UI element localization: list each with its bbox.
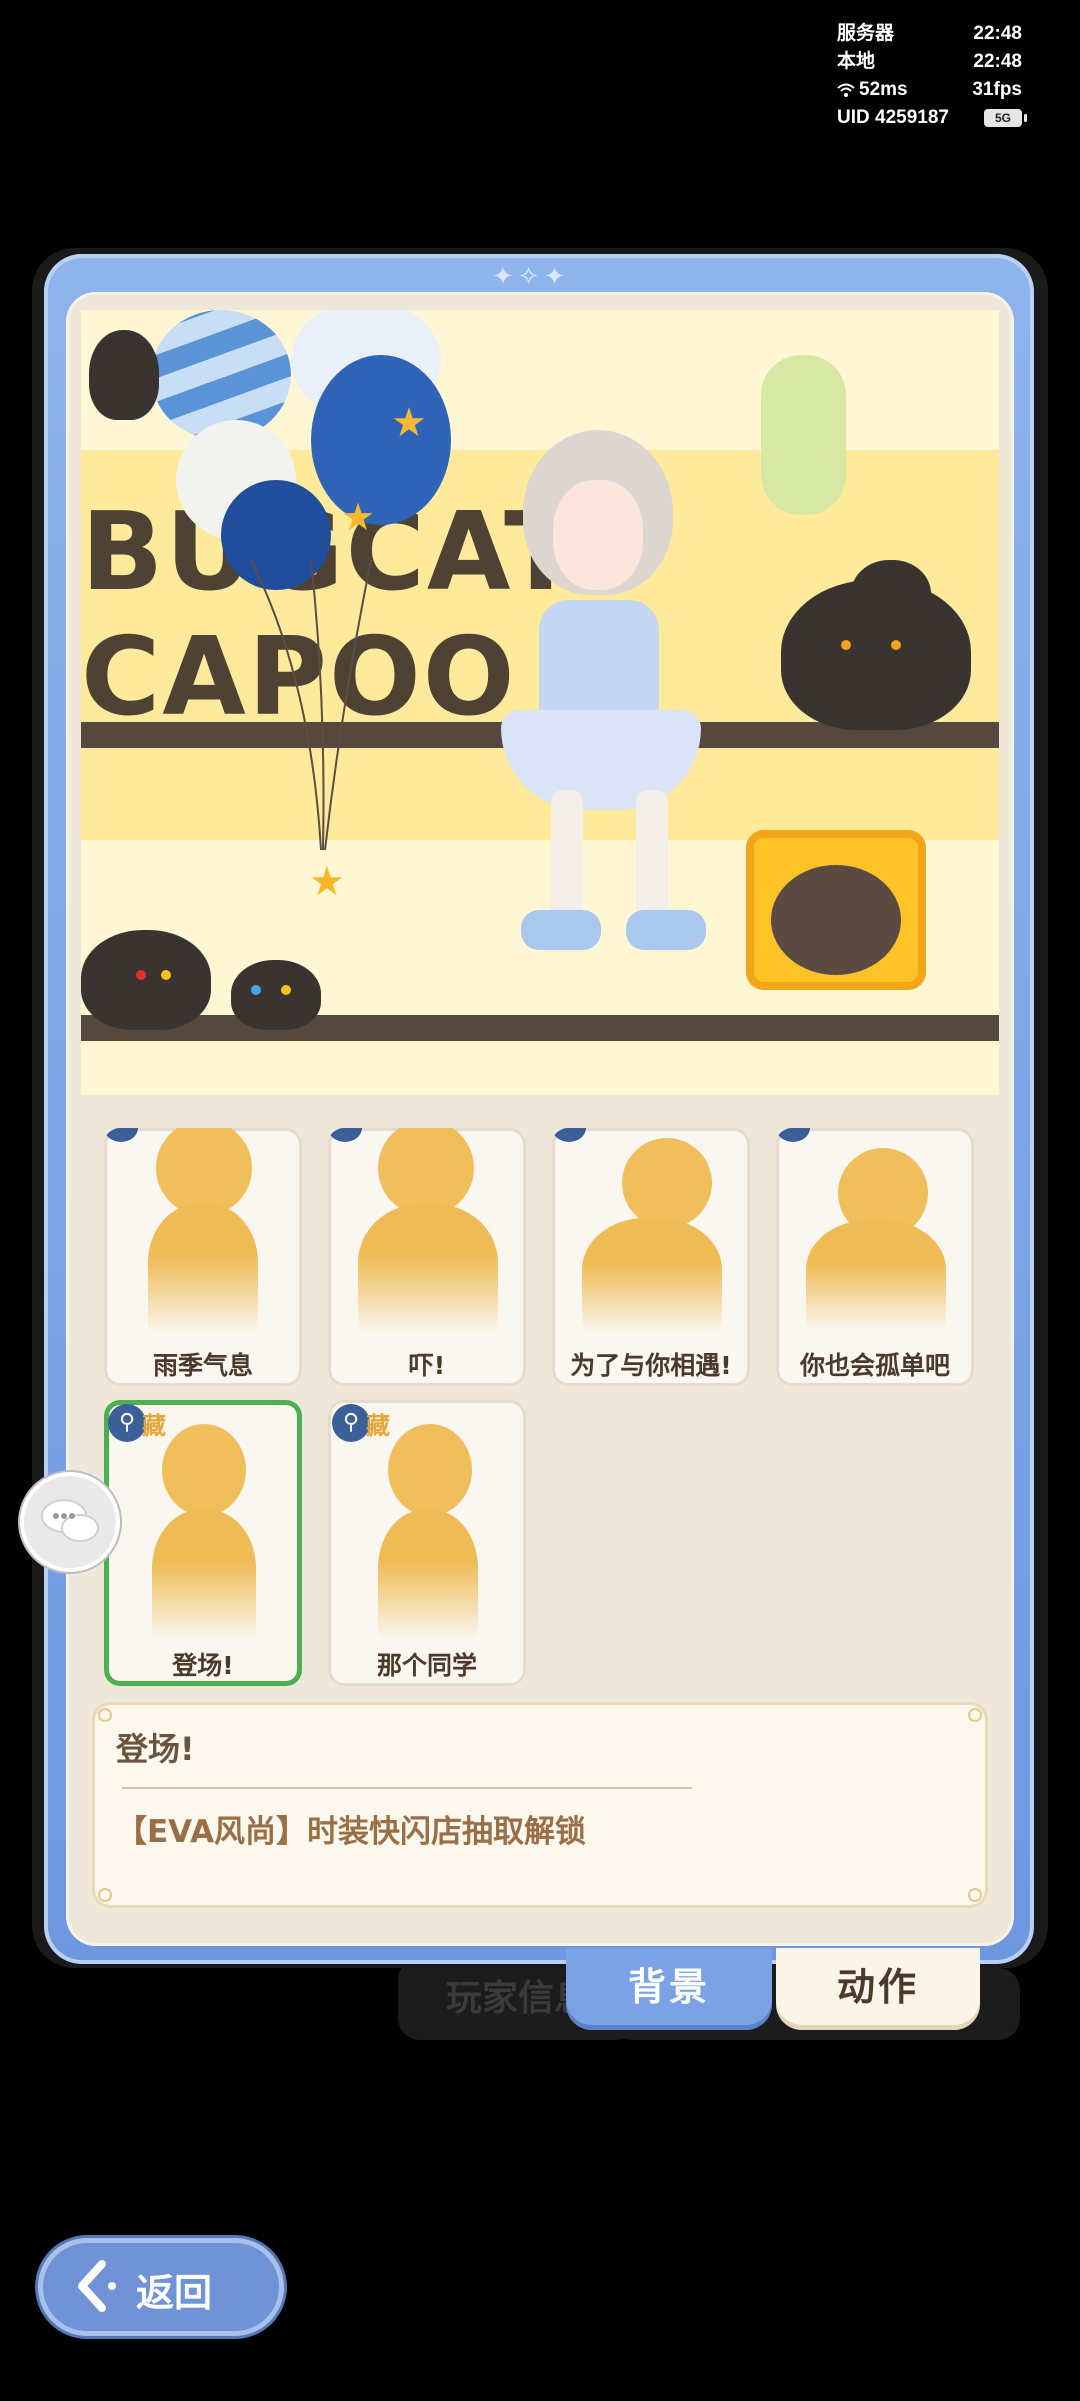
emote-card[interactable]: 你也会孤单吧 xyxy=(776,1128,974,1386)
emote-description: 登场! 【EVA风尚】时装快闪店抽取解锁 xyxy=(92,1702,988,1908)
badge-icon xyxy=(104,1128,138,1142)
tab-action-label: 动作 xyxy=(836,1965,919,2009)
avatar-shoe xyxy=(626,910,706,950)
cat-eye xyxy=(251,985,261,995)
emote-label: 登场! xyxy=(172,1651,234,1680)
chat-icon xyxy=(41,1499,99,1542)
cat-eye xyxy=(891,640,901,650)
signal-text: 5G xyxy=(994,111,1011,125)
capoo-cat xyxy=(81,930,211,1030)
emote-label: 吓! xyxy=(408,1351,446,1380)
back-button[interactable]: 返回 xyxy=(38,2238,284,2336)
lock-badge-text: 藏 xyxy=(366,1412,390,1440)
description-title: 登场! xyxy=(116,1730,195,1768)
local-label: 本地 xyxy=(837,51,876,72)
description-text: 【EVA风尚】时装快闪店抽取解锁 xyxy=(116,1814,587,1850)
emote-card-selected[interactable]: ⚲ 藏 登场! xyxy=(104,1400,302,1686)
silhouette-body xyxy=(378,1510,478,1640)
battery-icon: 5G xyxy=(984,109,1027,127)
balloon-strings: ★ xyxy=(250,560,372,905)
cat-eye xyxy=(136,970,146,980)
emote-label: 为了与你相遇! xyxy=(570,1351,732,1380)
balloon xyxy=(151,310,291,440)
balloon xyxy=(311,355,451,525)
silhouette-head xyxy=(156,1128,252,1216)
back-label: 返回 xyxy=(136,2271,213,2315)
avatar-face xyxy=(553,480,643,590)
corner-deco xyxy=(968,1708,982,1722)
silhouette-body xyxy=(806,1220,946,1330)
server-time: 22:48 xyxy=(973,23,1022,44)
silhouette-head xyxy=(388,1424,472,1516)
box-cat xyxy=(771,865,901,975)
npc-character xyxy=(761,355,846,515)
cat-eye xyxy=(281,985,291,995)
corner-deco xyxy=(98,1888,112,1902)
emote-label: 雨季气息 xyxy=(152,1351,253,1380)
chat-button[interactable] xyxy=(20,1472,120,1572)
server-label: 服务器 xyxy=(837,23,895,44)
lock-icon: ⚲ xyxy=(332,1404,370,1442)
star-deco: ★ xyxy=(391,400,427,446)
emote-card[interactable]: ⚲ 藏 那个同学 xyxy=(328,1400,526,1686)
tab-background-label: 背景 xyxy=(627,1965,710,2009)
back-arrow-icon xyxy=(78,2260,116,2312)
fps-value: 31fps xyxy=(972,79,1022,100)
badge-icon xyxy=(328,1128,362,1142)
emote-card[interactable]: 吓! xyxy=(328,1128,526,1386)
capoo-cat xyxy=(851,560,931,630)
uid-value: 4259187 xyxy=(875,107,949,128)
emote-label: 你也会孤单吧 xyxy=(799,1351,950,1380)
lock-icon: ⚲ xyxy=(108,1404,146,1442)
cat-eye xyxy=(161,970,171,980)
panel-star-deco: ✦✧✦ xyxy=(492,262,570,292)
silhouette-body xyxy=(358,1204,498,1334)
silhouette-body xyxy=(148,1204,258,1334)
cat-eye xyxy=(841,640,851,650)
star-deco: ★ xyxy=(341,495,376,539)
tab-background[interactable]: 背景 xyxy=(566,1948,772,2030)
badge-icon xyxy=(552,1128,586,1142)
badge-icon xyxy=(776,1128,810,1142)
local-time: 22:48 xyxy=(973,51,1022,72)
character-preview[interactable]: BUGCAT CAPOO ★ ★ ★ ★ xyxy=(81,310,999,1095)
silhouette-head xyxy=(622,1138,712,1228)
emote-label: 那个同学 xyxy=(376,1651,477,1680)
capoo-cat xyxy=(231,960,321,1030)
wifi-icon xyxy=(837,83,855,97)
tab-action[interactable]: 动作 xyxy=(776,1948,980,2030)
emote-card[interactable]: 雨季气息 xyxy=(104,1128,302,1386)
uid-label: UID xyxy=(837,107,870,128)
scene-stripe-bottom xyxy=(81,1015,999,1041)
divider xyxy=(122,1787,692,1789)
avatar-shoe xyxy=(521,910,601,950)
silhouette-body xyxy=(152,1510,256,1640)
status-overlay: 服务器 22:48 本地 22:48 52ms 31fps UID 4259187 … xyxy=(837,20,1027,132)
lock-badge-text: 藏 xyxy=(142,1412,166,1440)
svg-text:★: ★ xyxy=(309,859,345,905)
silhouette-body xyxy=(582,1218,722,1333)
corner-deco xyxy=(98,1708,112,1722)
emote-card[interactable]: 为了与你相遇! xyxy=(552,1128,750,1386)
ping-value: 52ms xyxy=(859,79,908,100)
corner-deco xyxy=(968,1888,982,1902)
silhouette-head xyxy=(162,1424,246,1516)
capoo-cat xyxy=(89,330,159,420)
silhouette-head xyxy=(378,1128,474,1216)
